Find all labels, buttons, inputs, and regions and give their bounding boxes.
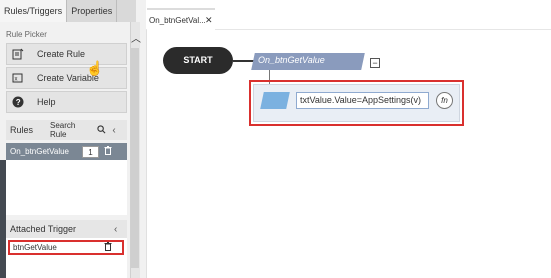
rules-list [6,160,127,215]
start-node[interactable]: START [163,47,233,74]
search-icon[interactable] [94,124,108,136]
rule-name: On_btnGetValue [10,147,70,156]
hand-cursor-icon: ☝ [86,60,104,76]
tab-rules-triggers[interactable]: Rules/Triggers [0,0,68,22]
trigger-item-btngetvalue[interactable]: btnGetValue [8,240,124,255]
event-label: On_btnGetValue [258,55,325,65]
rule-count-field[interactable]: 1 [82,145,99,158]
create-variable-button[interactable]: x Create Variable [6,67,127,89]
help-icon: ? [7,96,29,108]
variable-icon: x [7,72,29,84]
attached-trigger-header: Attached Trigger ‹ [6,220,127,238]
start-connector [233,60,255,62]
rules-title: Rules [10,125,34,135]
scroll-up-icon[interactable]: ︿ [131,30,141,45]
function-fx-button[interactable]: fn [436,92,453,109]
collapse-rules-chevron-icon[interactable]: ‹ [108,125,120,136]
rule-item-on-btngetvalue[interactable]: On_btnGetValue 1 [6,143,127,160]
trigger-name: btnGetValue [13,243,57,252]
create-rule-button[interactable]: Create Rule [6,43,127,65]
svg-text:?: ? [16,98,21,107]
search-rule-input[interactable]: Search Rule [50,121,94,139]
scrollbar-thumb[interactable] [131,48,139,268]
action-expression-field[interactable]: txtValue.Value=AppSettings(v) [296,92,429,109]
action-shape[interactable] [260,92,290,109]
delete-trigger-trash-icon[interactable] [104,242,112,253]
create-rule-icon [7,48,29,60]
delete-rule-trash-icon[interactable] [99,146,117,157]
editor-tab-on-btngetvalue[interactable]: On_btnGetVal... ✕ [147,8,215,30]
collapse-event-button[interactable]: − [370,58,380,68]
rule-picker-label: Rule Picker [6,30,47,39]
svg-text:x: x [15,77,18,83]
rules-header: Rules Search Rule ‹ [6,120,127,140]
help-label: Help [37,97,56,107]
collapse-trigger-chevron-icon[interactable]: ‹ [114,224,117,235]
close-tab-icon[interactable]: ✕ [205,15,213,26]
editor-tab-label: On_btnGetVal... [149,15,205,25]
help-button[interactable]: ? Help [6,91,127,113]
left-panel-tabs: Rules/Triggers Properties [0,0,136,22]
create-rule-label: Create Rule [37,49,86,59]
tab-properties[interactable]: Properties [67,0,118,22]
attached-trigger-title: Attached Trigger [10,224,77,234]
